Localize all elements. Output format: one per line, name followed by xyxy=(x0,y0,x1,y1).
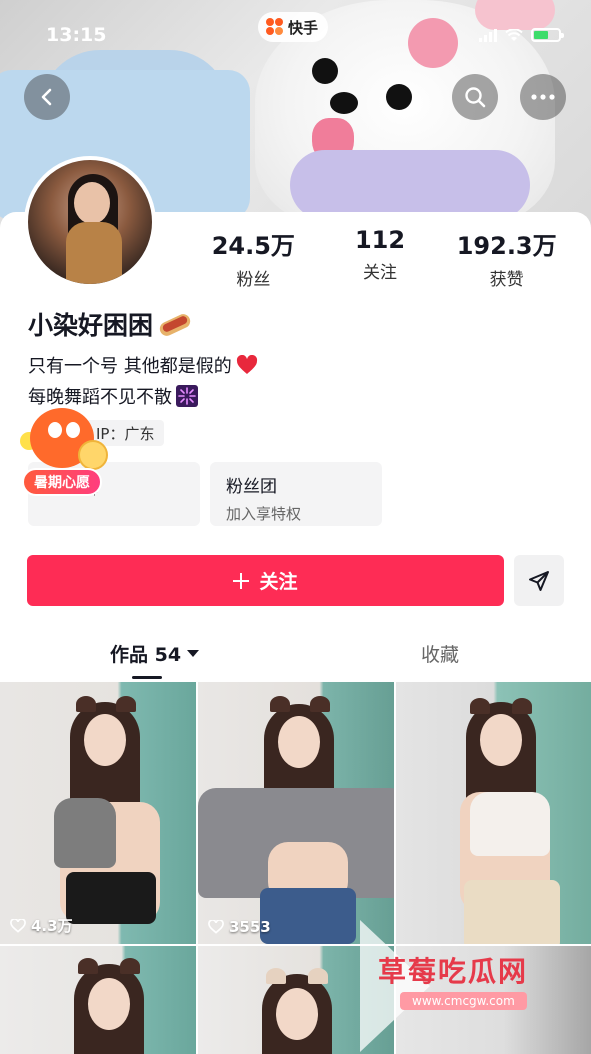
app-indicator[interactable]: 快手 xyxy=(258,12,329,42)
profile-nickname: 小染好困困 xyxy=(28,306,193,342)
post-thumbnail[interactable]: 4.3万 xyxy=(0,682,196,944)
system-icons xyxy=(479,28,564,42)
stat-label: 关注 xyxy=(363,263,397,283)
stat-value: 192.3万 xyxy=(456,232,557,260)
site-watermark: 草莓吃瓜网 www.cmcgw.com xyxy=(360,920,591,1054)
follow-button[interactable]: 关注 xyxy=(27,555,504,606)
card-subtitle: 加入享特权 xyxy=(226,505,302,523)
search-button[interactable] xyxy=(452,74,498,120)
heart-outline-icon xyxy=(10,918,26,933)
stat-following[interactable]: 112 关注 xyxy=(317,226,444,290)
avatar-body xyxy=(66,222,122,284)
stat-label: 粉丝 xyxy=(236,270,271,290)
stat-likes[interactable]: 192.3万 获赞 xyxy=(443,226,570,290)
search-icon xyxy=(465,87,486,108)
fan-club-card[interactable]: 粉丝团 加入享特权 xyxy=(210,462,382,526)
caret-down-icon xyxy=(187,650,200,657)
post-likes: 3553 xyxy=(208,918,271,936)
bio-line: 只有一个号 其他都是假的 xyxy=(28,352,258,378)
watermark-url: www.cmcgw.com xyxy=(400,992,527,1010)
watermark-title: 草莓吃瓜网 xyxy=(378,955,529,988)
avatar-face xyxy=(74,182,110,224)
post-likes: 4.3万 xyxy=(10,915,73,936)
cellular-signal-icon xyxy=(479,28,497,42)
nickname-text: 小染好困困 xyxy=(28,311,154,340)
kuaishou-logo-icon xyxy=(266,18,284,36)
more-button[interactable] xyxy=(520,74,566,120)
status-time: 13:15 xyxy=(46,24,107,46)
tab-label: 收藏 xyxy=(421,644,460,666)
profile-stats: 24.5万 粉丝 112 关注 192.3万 获赞 xyxy=(190,226,570,290)
tab-favorites[interactable]: 收藏 xyxy=(421,640,459,667)
active-tab-indicator xyxy=(132,676,162,679)
wifi-icon xyxy=(505,28,523,41)
message-button[interactable] xyxy=(514,555,564,606)
avatar[interactable] xyxy=(24,156,156,288)
tab-label: 作品 54 xyxy=(110,644,182,666)
app-name: 快手 xyxy=(288,18,319,37)
post-thumbnail[interactable] xyxy=(0,946,196,1054)
tab-works[interactable]: 作品 54 xyxy=(110,640,200,667)
post-thumbnail[interactable] xyxy=(396,682,591,944)
likes-count: 4.3万 xyxy=(31,917,73,935)
stat-followers[interactable]: 24.5万 粉丝 xyxy=(190,226,317,290)
summer-wish-badge[interactable]: 暑期心愿 xyxy=(22,468,102,496)
bio-text: 只有一个号 其他都是假的 xyxy=(28,356,232,377)
likes-count: 3553 xyxy=(229,918,271,936)
fireworks-emoji-icon xyxy=(176,385,198,407)
hotdog-emoji-icon xyxy=(157,311,193,339)
stat-label: 获赞 xyxy=(489,270,524,290)
more-dots-icon xyxy=(531,94,555,100)
back-button[interactable] xyxy=(24,74,70,120)
send-icon xyxy=(529,570,549,591)
heart-outline-icon xyxy=(208,920,224,934)
follow-label: 关注 xyxy=(259,571,298,593)
stat-value: 112 xyxy=(354,226,406,254)
battery-icon xyxy=(531,28,564,42)
card-title: 粉丝团 xyxy=(226,477,277,497)
plus-icon xyxy=(233,572,250,589)
cover-dog-eye xyxy=(386,84,412,110)
cover-dog-collar xyxy=(290,150,530,220)
stat-value: 24.5万 xyxy=(211,232,295,260)
chevron-left-icon xyxy=(41,88,52,106)
content-tabs: 作品 54 收藏 xyxy=(0,634,591,680)
post-thumbnail[interactable]: 3553 xyxy=(198,682,394,944)
red-heart-emoji-icon xyxy=(236,355,258,375)
status-bar: 13:15 快手 xyxy=(0,0,591,64)
cover-dog-nose xyxy=(330,92,358,114)
